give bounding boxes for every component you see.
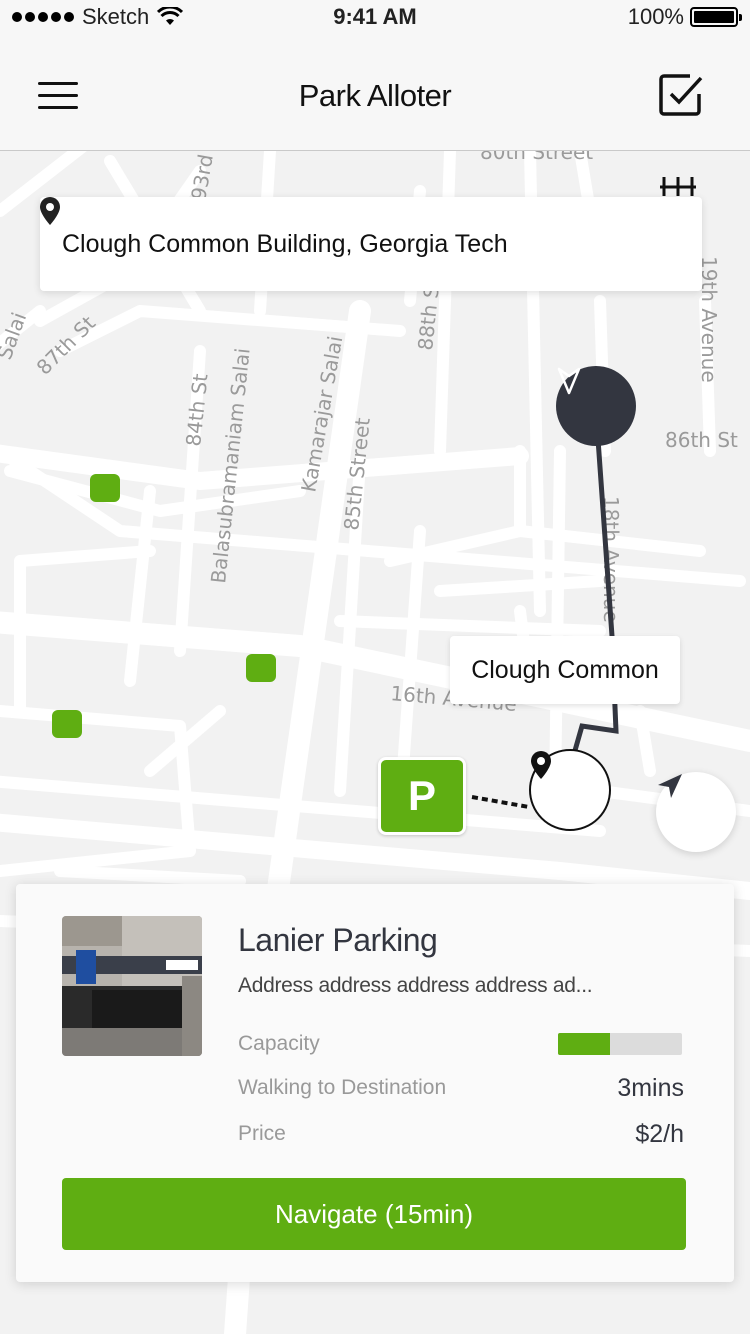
parking-address: Address address address address ad... xyxy=(238,974,593,997)
current-location-marker[interactable] xyxy=(529,749,611,831)
page-title: Park Alloter xyxy=(298,78,452,113)
walking-label: Walking to Destination xyxy=(238,1076,447,1099)
location-search-box[interactable]: Clough Common Building, Georgia Tech xyxy=(40,197,702,291)
location-arrow-icon xyxy=(658,774,682,798)
price-value: $2/h xyxy=(635,1120,684,1148)
battery-percent: 100% xyxy=(627,4,684,29)
navigation-arrow-icon xyxy=(557,367,581,395)
parking-spot-marker[interactable] xyxy=(52,710,82,738)
map-pin-icon xyxy=(531,751,551,779)
capacity-bar xyxy=(558,1033,682,1055)
map-pin-icon xyxy=(40,197,60,225)
map-layers-icon[interactable] xyxy=(660,177,696,196)
nav-bar: Park Alloter xyxy=(0,40,750,151)
locate-me-button[interactable] xyxy=(656,772,736,852)
street-label: 86th St xyxy=(665,428,738,452)
status-bar: Sketch 9:41 AM 100% xyxy=(0,0,750,40)
walk-path xyxy=(471,795,530,809)
street-label: 93rd xyxy=(186,152,218,201)
parking-spot-marker[interactable] xyxy=(90,474,120,502)
battery-icon xyxy=(690,7,742,27)
capacity-label: Capacity xyxy=(238,1032,320,1055)
status-right: 100% xyxy=(627,4,742,30)
street-label: 80th Street xyxy=(480,151,593,164)
location-text: Clough Common Building, Georgia Tech xyxy=(62,229,508,258)
price-label: Price xyxy=(238,1122,286,1145)
destination-label: Clough Common xyxy=(450,636,680,704)
parking-photo xyxy=(62,916,202,1056)
street-label: Balasubramaniam Salai xyxy=(206,347,255,585)
checkbox-icon[interactable] xyxy=(658,72,704,118)
parking-info-card: Lanier Parking Address address address a… xyxy=(16,884,734,1282)
selected-parking-marker[interactable]: P xyxy=(378,757,466,835)
navigate-button[interactable]: Navigate (15min) xyxy=(62,1178,686,1250)
parking-name: Lanier Parking xyxy=(238,922,438,958)
destination-marker[interactable] xyxy=(556,366,636,446)
parking-spot-marker[interactable] xyxy=(246,654,276,682)
capacity-fill xyxy=(558,1033,611,1055)
street-label: Salai xyxy=(0,309,31,363)
walking-value: 3mins xyxy=(617,1074,684,1102)
